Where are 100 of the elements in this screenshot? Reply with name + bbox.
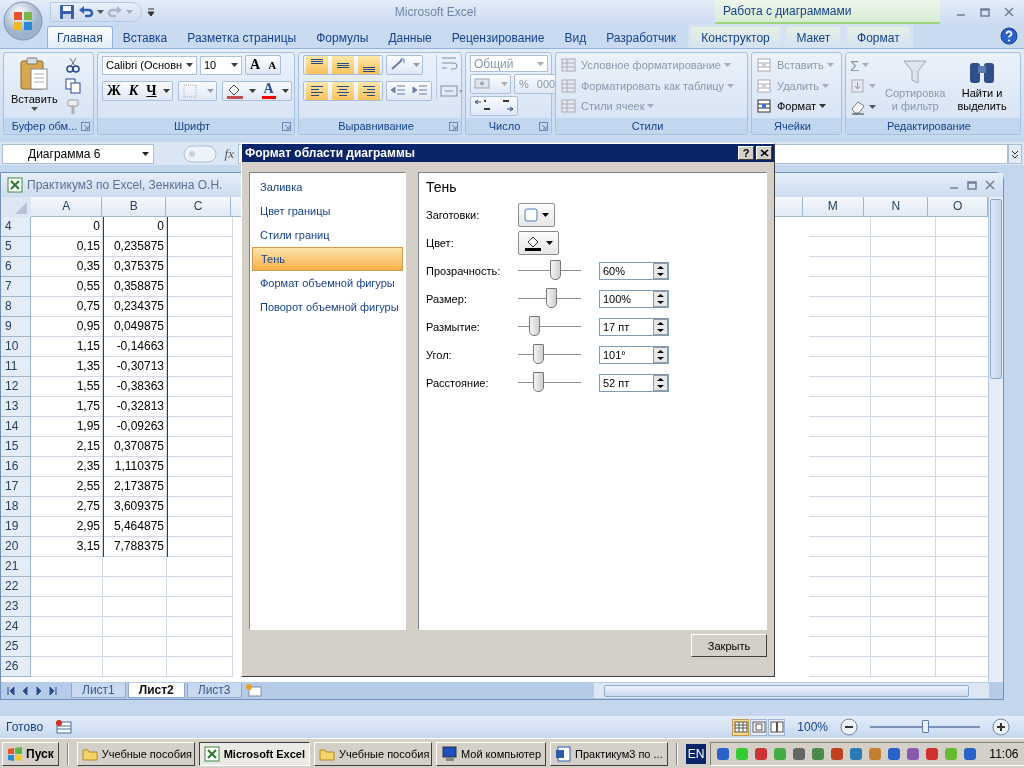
tray-icon[interactable] [810, 745, 826, 762]
customize-toolbar-icon[interactable] [146, 7, 156, 17]
name-box[interactable]: Диаграмма 6 [2, 143, 154, 164]
category-item[interactable]: Поворот объемной фигуры [252, 295, 403, 319]
font-size-field[interactable]: 10 [200, 55, 242, 75]
taskbar-button[interactable]: Учебные пособия [76, 741, 195, 766]
tray-icon[interactable] [924, 745, 940, 762]
ribbon-tab[interactable]: Разметка страницы [177, 26, 307, 48]
view-button[interactable] [750, 718, 768, 736]
italic-button[interactable]: К [124, 82, 143, 100]
font-name-field[interactable]: Calibri (Основн [102, 55, 197, 75]
taskbar-button[interactable]: Мой компьютер [436, 741, 547, 766]
tray-icon[interactable] [753, 745, 769, 762]
taskbar-button[interactable]: Учебные пособия [314, 741, 432, 766]
category-item[interactable]: Стили границ [252, 223, 403, 247]
row-header[interactable]: 12 [1, 376, 31, 397]
spin-arrows-icon[interactable] [653, 263, 668, 279]
spin-arrows-icon[interactable] [653, 347, 668, 363]
zoom-out-icon[interactable] [840, 718, 858, 736]
ribbon-tab[interactable]: Главная [47, 26, 113, 48]
maximize-icon[interactable] [965, 178, 979, 191]
undo-icon[interactable] [78, 4, 94, 20]
slider-thumb[interactable] [545, 288, 557, 308]
tray-icon[interactable] [791, 745, 807, 762]
spin-arrows-icon[interactable] [653, 291, 668, 307]
ribbon-tab[interactable]: Разработчик [596, 26, 687, 48]
spin-field[interactable]: 52 пт [599, 374, 669, 392]
align-top-icon[interactable] [306, 56, 328, 74]
tray-icon[interactable] [905, 745, 921, 762]
tray-icon[interactable] [772, 745, 788, 762]
help-button[interactable]: ? [738, 146, 754, 160]
close-icon[interactable] [1002, 6, 1016, 18]
category-item[interactable]: Формат объемной фигуры [252, 271, 403, 295]
category-item[interactable]: Тень [252, 247, 403, 271]
insert-function-button[interactable]: fx [224, 145, 234, 162]
row-header[interactable]: 20 [1, 536, 31, 557]
row-header[interactable]: 6 [1, 256, 31, 277]
paste-button[interactable]: Вставить [8, 55, 61, 113]
align-left-icon[interactable] [306, 82, 328, 100]
tray-icon[interactable] [962, 745, 978, 762]
tray-icon[interactable] [867, 745, 883, 762]
sheet-nav-arrow-icon[interactable] [47, 684, 59, 697]
spin-arrows-icon[interactable] [653, 375, 668, 391]
row-header[interactable]: 7 [1, 276, 31, 297]
align-middle-icon[interactable] [332, 56, 354, 74]
row-header[interactable]: 26 [1, 656, 31, 677]
start-button[interactable]: Пуск [2, 741, 59, 766]
ribbon-tab[interactable]: Конструктор [691, 26, 780, 48]
copy-icon[interactable] [64, 78, 81, 94]
row-header[interactable]: 4 [1, 216, 31, 237]
align-center-icon[interactable] [332, 82, 354, 100]
column-header[interactable]: M [802, 196, 864, 217]
help-icon[interactable] [1000, 27, 1018, 45]
slider-thumb[interactable] [528, 316, 540, 336]
shrink-font-button[interactable]: A [264, 56, 281, 74]
sheet-tab[interactable]: Лист3 [186, 683, 242, 698]
language-indicator[interactable]: EN [685, 743, 707, 764]
taskbar-button[interactable]: Microsoft Excel [198, 741, 310, 766]
row-header[interactable]: 13 [1, 396, 31, 417]
zoom-in-icon[interactable] [992, 718, 1010, 736]
color-dropdown[interactable] [518, 231, 559, 255]
dialog-launcher-icon[interactable] [449, 121, 458, 131]
expand-formula-bar-icon[interactable] [1008, 143, 1022, 164]
find-select-button[interactable]: Найти и выделить [954, 55, 1010, 115]
column-header[interactable]: B [102, 196, 166, 217]
spin-field[interactable]: 60% [599, 262, 669, 280]
spin-field[interactable]: 100% [599, 290, 669, 308]
slider-thumb[interactable] [532, 344, 544, 364]
category-item[interactable]: Заливка [252, 175, 403, 199]
sheet-nav-arrow-icon[interactable] [5, 684, 17, 697]
dialog-launcher-icon[interactable] [539, 121, 548, 131]
row-header[interactable]: 14 [1, 416, 31, 437]
column-header[interactable]: O [928, 196, 988, 217]
column-header[interactable]: N [864, 196, 929, 217]
zoom-slider-thumb[interactable] [922, 720, 929, 733]
row-header[interactable]: 17 [1, 476, 31, 497]
bold-button[interactable]: Ж [103, 82, 125, 100]
underline-button[interactable]: Ч [142, 82, 161, 100]
tray-icon[interactable] [715, 745, 731, 762]
macro-record-icon[interactable] [55, 719, 74, 735]
slider-thumb[interactable] [532, 372, 544, 392]
ribbon-tab[interactable]: Вид [554, 26, 597, 48]
column-header[interactable]: A [31, 196, 103, 217]
maximize-icon[interactable] [978, 6, 992, 18]
align-right-icon[interactable] [358, 82, 380, 100]
row-header[interactable]: 10 [1, 336, 31, 357]
sheet-tab[interactable]: Лист2 [127, 683, 185, 698]
slider-thumb[interactable] [549, 260, 561, 280]
row-header[interactable]: 23 [1, 596, 31, 617]
ribbon-tab[interactable]: Формат [847, 26, 910, 48]
dialog-launcher-icon[interactable] [282, 121, 291, 131]
view-button[interactable] [732, 718, 750, 736]
eraser-icon[interactable] [850, 99, 866, 115]
merge-cells-icon[interactable] [440, 83, 464, 99]
grow-font-button[interactable]: A [246, 56, 265, 74]
vertical-scrollbar[interactable] [988, 196, 1003, 683]
row-header[interactable]: 24 [1, 616, 31, 637]
taskbar-button[interactable]: Практикум3 по ... [550, 741, 668, 766]
spin-field[interactable]: 17 пт [599, 318, 669, 336]
close-icon[interactable] [983, 178, 997, 191]
